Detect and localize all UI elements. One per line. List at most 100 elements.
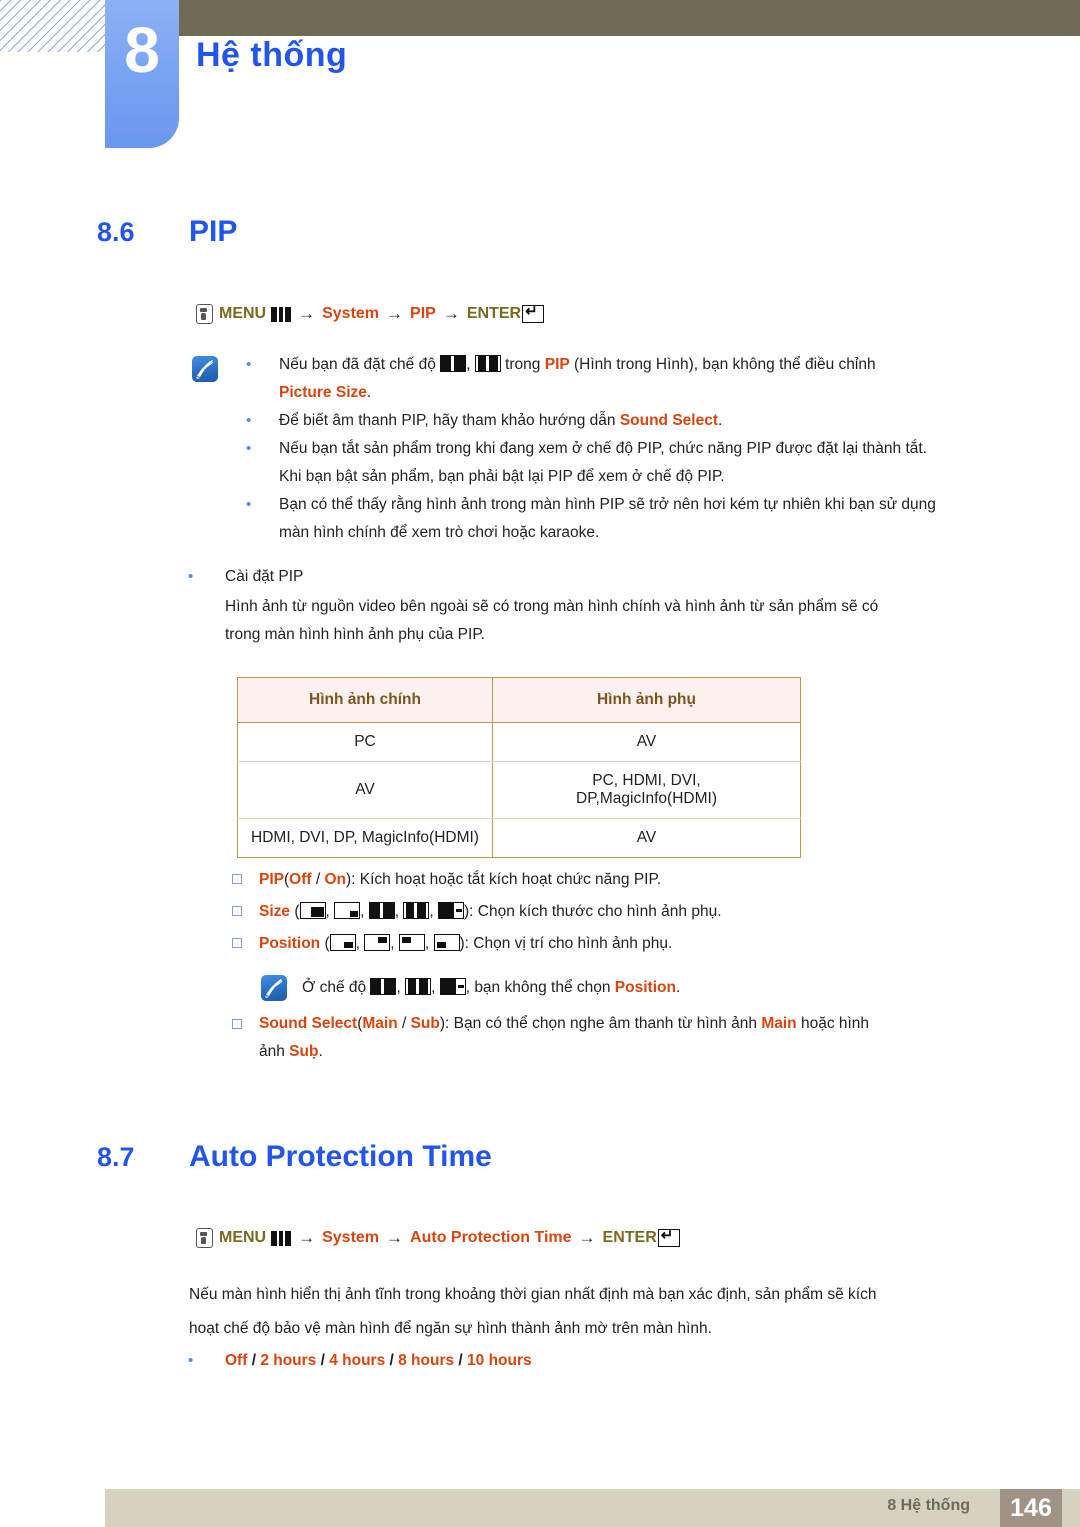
- arrow-icon: →: [386, 1228, 404, 1247]
- option-value-on: On: [324, 871, 346, 888]
- square-bullet-marker: [232, 1019, 242, 1029]
- bullet-marker: [246, 435, 251, 463]
- section-number: 8.6: [97, 217, 135, 247]
- pip-pos-top-left-icon: [398, 934, 425, 951]
- bullet-marker: [188, 563, 193, 591]
- section-title: PIP: [189, 215, 238, 248]
- table-row: AV PC, HDMI, DVI, DP,MagicInfo(HDMI): [237, 761, 801, 819]
- pip-settings-paragraph: Hình ảnh từ nguồn video bên ngoài sẽ có …: [225, 593, 1015, 649]
- table-cell-main: HDMI, DVI, DP, MagicInfo(HDMI): [237, 818, 493, 858]
- note-text: Nếu bạn tắt sản phẩm trong khi đang xem …: [279, 440, 927, 457]
- separator: /: [247, 1352, 261, 1369]
- separator: ,: [424, 935, 434, 952]
- note-pen-icon: [192, 356, 218, 382]
- table-row: HDMI, DVI, DP, MagicInfo(HDMI) AV: [237, 818, 801, 858]
- menu-item-system[interactable]: System: [322, 305, 379, 323]
- enter-key-icon: [657, 1226, 680, 1247]
- menu-item-pip[interactable]: PIP: [410, 305, 436, 323]
- section-heading-auto-protection-time: 8.7 Auto Protection Time: [97, 1140, 492, 1174]
- section-heading-pip: 8.6 PIP: [97, 215, 237, 249]
- table-header-sub: Hình ảnh phụ: [492, 677, 801, 723]
- pip-size-split-blocks-icon: [403, 902, 430, 919]
- table-header-main: Hình ảnh chính: [237, 677, 493, 723]
- bullet-marker: [246, 407, 251, 435]
- square-bullet-marker: [232, 938, 242, 948]
- pip-source-table: Hình ảnh chính Hình ảnh phụ PC AV AV PC,…: [237, 677, 801, 858]
- section-title: Auto Protection Time: [189, 1140, 492, 1173]
- option-pip: PIP(Off / On): Kích hoạt hoặc tắt kích h…: [259, 866, 1019, 894]
- cell-line: DP,MagicInfo(HDMI): [576, 790, 717, 807]
- footer-page-number: 146: [1000, 1489, 1062, 1527]
- option-sound-select: Sound Select(Main / Sub): Bạn có thể chọ…: [259, 1010, 1004, 1066]
- footer-chapter-label: 8 Hệ thống: [887, 1497, 970, 1514]
- option-value-off: Off: [289, 871, 312, 888]
- auto-protection-paragraph: Nếu màn hình hiển thị ảnh tĩnh trong kho…: [189, 1278, 1019, 1346]
- note-pen-icon: [261, 975, 287, 1001]
- option-value-off: Off: [225, 1352, 248, 1369]
- note-text: Khi bạn bật sản phẩm, bạn phải bật lại P…: [279, 468, 725, 485]
- separator: ,: [394, 903, 404, 920]
- menu-grid-icon: [271, 1230, 292, 1246]
- enter-label: ENTER: [602, 1229, 657, 1246]
- cell-line: AV: [636, 829, 657, 846]
- square-bullet-marker: [232, 906, 242, 916]
- option-value-10-hours: 10 hours: [467, 1352, 532, 1369]
- paragraph-line: trong màn hình hình ảnh phụ của PIP.: [225, 626, 485, 643]
- option-value-2-hours: 2 hours: [260, 1352, 317, 1369]
- note-text: Bạn có thể thấy rằng hình ảnh trong màn …: [279, 496, 936, 513]
- bullet-marker: [246, 351, 251, 379]
- bullet-marker: [188, 1347, 193, 1375]
- note-text: Ở chế độ: [302, 979, 371, 996]
- option-name-pip: PIP: [259, 871, 284, 888]
- option-value-4-hours: 4 hours: [329, 1352, 386, 1369]
- arrow-icon: →: [298, 304, 316, 323]
- separator: /: [311, 871, 325, 888]
- pip-size-split-half-icon: [440, 355, 467, 372]
- option-value-sub-inline: Suḅ: [289, 1043, 319, 1060]
- menu-label: MENU: [219, 1229, 267, 1246]
- separator: /: [316, 1352, 330, 1369]
- hatch-decoration: [0, 0, 108, 52]
- menu-grid-icon: [271, 306, 292, 322]
- auto-protection-options: Off / 2 hours / 4 hours / 8 hours / 10 h…: [225, 1347, 925, 1375]
- option-value-sub: Sub: [410, 1015, 440, 1032]
- note-text: .: [675, 979, 681, 996]
- option-description: : Kích hoạt hoặc tắt kích hoạt chức năng…: [351, 871, 662, 888]
- pip-size-split-half-icon: [368, 902, 395, 919]
- pip-pos-top-right-icon: [364, 934, 391, 951]
- menu-item-system[interactable]: System: [322, 1229, 379, 1247]
- square-bullet-marker: [232, 874, 242, 884]
- separator: ,: [355, 935, 365, 952]
- option-value-8-hours: 8 hours: [398, 1352, 455, 1369]
- pip-size-large-br-icon: [299, 902, 326, 919]
- bullet-marker: [246, 491, 251, 519]
- option-position: Position (, , , ): Chọn vị trí cho hình …: [259, 930, 1019, 958]
- pip-size-dash-right-icon: [439, 978, 466, 995]
- chapter-number-tab: 8: [105, 0, 179, 148]
- remote-button-icon: [196, 1228, 213, 1248]
- table-header-row: Hình ảnh chính Hình ảnh phụ: [237, 677, 801, 723]
- note-position-restriction: Ở chế độ , , , bạn không thể chọn Positi…: [302, 974, 1002, 1002]
- note-text: trong: [500, 356, 545, 373]
- separator: ,: [390, 935, 399, 952]
- option-description: : Chọn kích thước cho hình ảnh phụ.: [469, 903, 722, 920]
- note-text: Nếu bạn đã đặt chế độ: [279, 356, 441, 373]
- arrow-icon: →: [386, 304, 404, 323]
- note-text: Để biết âm thanh PIP, hãy tham khảo hướn…: [279, 412, 620, 429]
- note-text: , bạn không thể chọn: [465, 979, 615, 996]
- remote-button-icon: [196, 304, 213, 324]
- note-bullet-quality: Bạn có thể thấy rằng hình ảnh trong màn …: [279, 491, 1009, 547]
- separator: ,: [431, 979, 440, 996]
- option-name-sound-select: Sound Select: [259, 1015, 358, 1032]
- table-cell-main: PC: [237, 722, 493, 762]
- note-text: ,: [466, 356, 475, 373]
- separator: /: [385, 1352, 399, 1369]
- note-text: màn hình chính để xem trò chơi hoặc kara…: [279, 524, 600, 541]
- option-size: Size (, , , , ): Chọn kích thước cho hìn…: [259, 898, 1019, 926]
- enter-label: ENTER: [466, 305, 522, 322]
- chapter-title: Hệ thống: [196, 36, 348, 74]
- option-value-main: Main: [362, 1015, 398, 1032]
- cell-line: PC, HDMI, DVI,: [592, 772, 701, 789]
- separator: ,: [429, 903, 438, 920]
- menu-item-auto-protection-time[interactable]: Auto Protection Time: [410, 1229, 572, 1247]
